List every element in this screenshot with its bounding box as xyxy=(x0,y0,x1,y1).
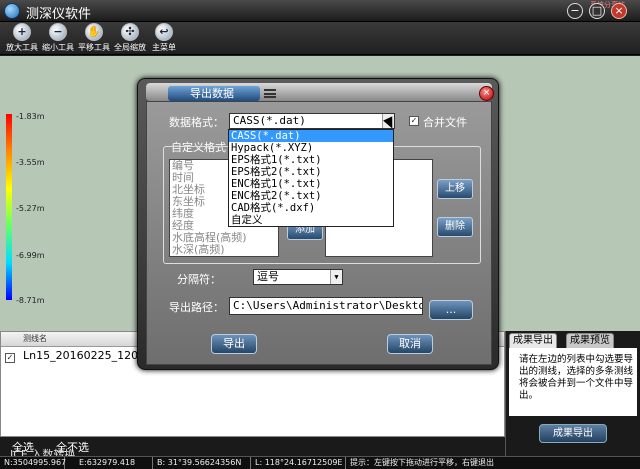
tool-label: 平移工具 xyxy=(78,43,110,52)
legend-label: -1.83m xyxy=(16,112,45,121)
zoom-in-icon: + xyxy=(13,23,31,41)
legend-label: -8.71m xyxy=(16,296,45,305)
export-path-input[interactable]: C:\Users\Administrator\Desktop\ xyxy=(229,297,423,315)
dialog-close-button[interactable]: × xyxy=(479,86,494,101)
chevron-down-icon: ▼ xyxy=(330,270,342,284)
tool-label: 缩小工具 xyxy=(42,43,74,52)
legend-label: -3.55m xyxy=(16,158,45,167)
tool-label: 全局缩放 xyxy=(114,43,146,52)
export-side-panel: 成果导出 成果预览 请在左边的列表中勾选要导出的测线，选择的多条测线将会被合并到… xyxy=(505,331,640,456)
dropdown-option[interactable]: CAD格式(*.dxf) xyxy=(229,202,393,214)
window-title: 测深仪软件 xyxy=(26,7,92,22)
dropdown-option[interactable]: 自定义 xyxy=(229,214,393,226)
list-item[interactable]: 水深(高频) xyxy=(172,244,278,256)
full-extent-tool-button[interactable]: ✣ 全局缩放 xyxy=(112,23,148,54)
full-extent-icon: ✣ xyxy=(121,23,139,41)
status-latitude: B: 31°39.56624356N xyxy=(153,457,251,469)
merge-files-checkbox[interactable]: ✓ xyxy=(409,116,419,126)
status-longitude: L: 118°24.16712509E xyxy=(251,457,346,469)
dropdown-option[interactable]: EPS格式1(*.txt) xyxy=(229,154,393,166)
zoom-in-tool-button[interactable]: + 放大工具 xyxy=(4,23,40,54)
format-label: 数据格式： xyxy=(169,116,224,129)
cancel-button[interactable]: 取消 xyxy=(387,334,433,354)
depth-legend-bar xyxy=(6,114,12,300)
format-select[interactable]: CASS(*.dat) ▼ xyxy=(229,113,395,129)
close-window-button[interactable]: × xyxy=(611,3,627,19)
legend-label: -6.99m xyxy=(16,251,45,260)
app-logo-icon xyxy=(4,3,20,19)
dropdown-option[interactable]: EPS格式2(*.txt) xyxy=(229,166,393,178)
dropdown-option[interactable]: Hypack(*.XYZ) xyxy=(229,142,393,154)
browse-button[interactable]: ... xyxy=(429,300,473,320)
export-button[interactable]: 导出 xyxy=(211,334,257,354)
tab-export[interactable]: 成果导出 xyxy=(509,333,557,348)
title-bar: 测深仪软件 系统分享站 − □ × xyxy=(0,0,640,22)
main-menu-tool-button[interactable]: ↩ 主菜单 xyxy=(146,23,182,54)
separator-label: 分隔符： xyxy=(177,273,221,286)
selection-bar: 全选 全不选 xyxy=(0,437,505,456)
status-east: E:632979.418 xyxy=(65,457,153,469)
legend-label: -5.27m xyxy=(16,204,45,213)
row-checkbox[interactable]: ✓ xyxy=(5,353,15,363)
format-value: CASS(*.dat) xyxy=(233,114,306,127)
dialog-header: 导出数据 × xyxy=(146,83,494,101)
dropdown-option[interactable]: ENC格式1(*.txt) xyxy=(229,178,393,190)
pan-tool-button[interactable]: ✋ 平移工具 xyxy=(76,23,112,54)
export-hint-text: 请在左边的列表中勾选要导出的测线，选择的多条测线将会被合并到一个文件中导出。 xyxy=(509,348,637,416)
move-up-button[interactable]: 上移 xyxy=(437,179,473,199)
zoom-out-icon: − xyxy=(49,23,67,41)
menu-lines-icon xyxy=(264,89,276,98)
separator-select[interactable]: 逗号 ▼ xyxy=(253,269,343,285)
format-dropdown-list[interactable]: CASS(*.dat) Hypack(*.XYZ) EPS格式1(*.txt) … xyxy=(228,129,394,227)
maximize-button[interactable]: □ xyxy=(589,3,605,19)
remove-field-button[interactable]: 删除 xyxy=(437,217,473,237)
tab-preview[interactable]: 成果预览 xyxy=(566,333,614,348)
tool-label: 主菜单 xyxy=(152,43,176,52)
dropdown-option-selected[interactable]: CASS(*.dat) xyxy=(229,130,393,142)
line-name: Ln15_20160225_12080 xyxy=(23,349,153,362)
tool-label: 放大工具 xyxy=(6,43,38,52)
minimize-button[interactable]: − xyxy=(567,3,583,19)
status-bar: N:3504995.967 E:632979.418 B: 31°39.566243… xyxy=(0,456,640,469)
dropdown-option[interactable]: ENC格式2(*.txt) xyxy=(229,190,393,202)
dialog-title: 导出数据 xyxy=(168,86,260,101)
export-path-label: 导出路径： xyxy=(169,301,224,314)
export-results-button[interactable]: 成果导出 xyxy=(539,424,607,443)
app-window: 测深仪软件 系统分享站 − □ × + 放大工具 − 缩小工具 ✋ 平移工具 ✣… xyxy=(0,0,640,469)
main-menu-icon: ↩ xyxy=(155,23,173,41)
separator-value: 逗号 xyxy=(257,270,279,283)
zoom-out-tool-button[interactable]: − 缩小工具 xyxy=(40,23,76,54)
hand-pan-icon: ✋ xyxy=(85,23,103,41)
status-hint: 提示：左键按下拖动进行平移，右键退出 xyxy=(350,458,494,467)
toolbar: + 放大工具 − 缩小工具 ✋ 平移工具 ✣ 全局缩放 ↩ 主菜单 xyxy=(0,22,640,55)
status-north: N:3504995.967 xyxy=(0,457,66,469)
merge-files-label: 合并文件 xyxy=(423,116,467,129)
